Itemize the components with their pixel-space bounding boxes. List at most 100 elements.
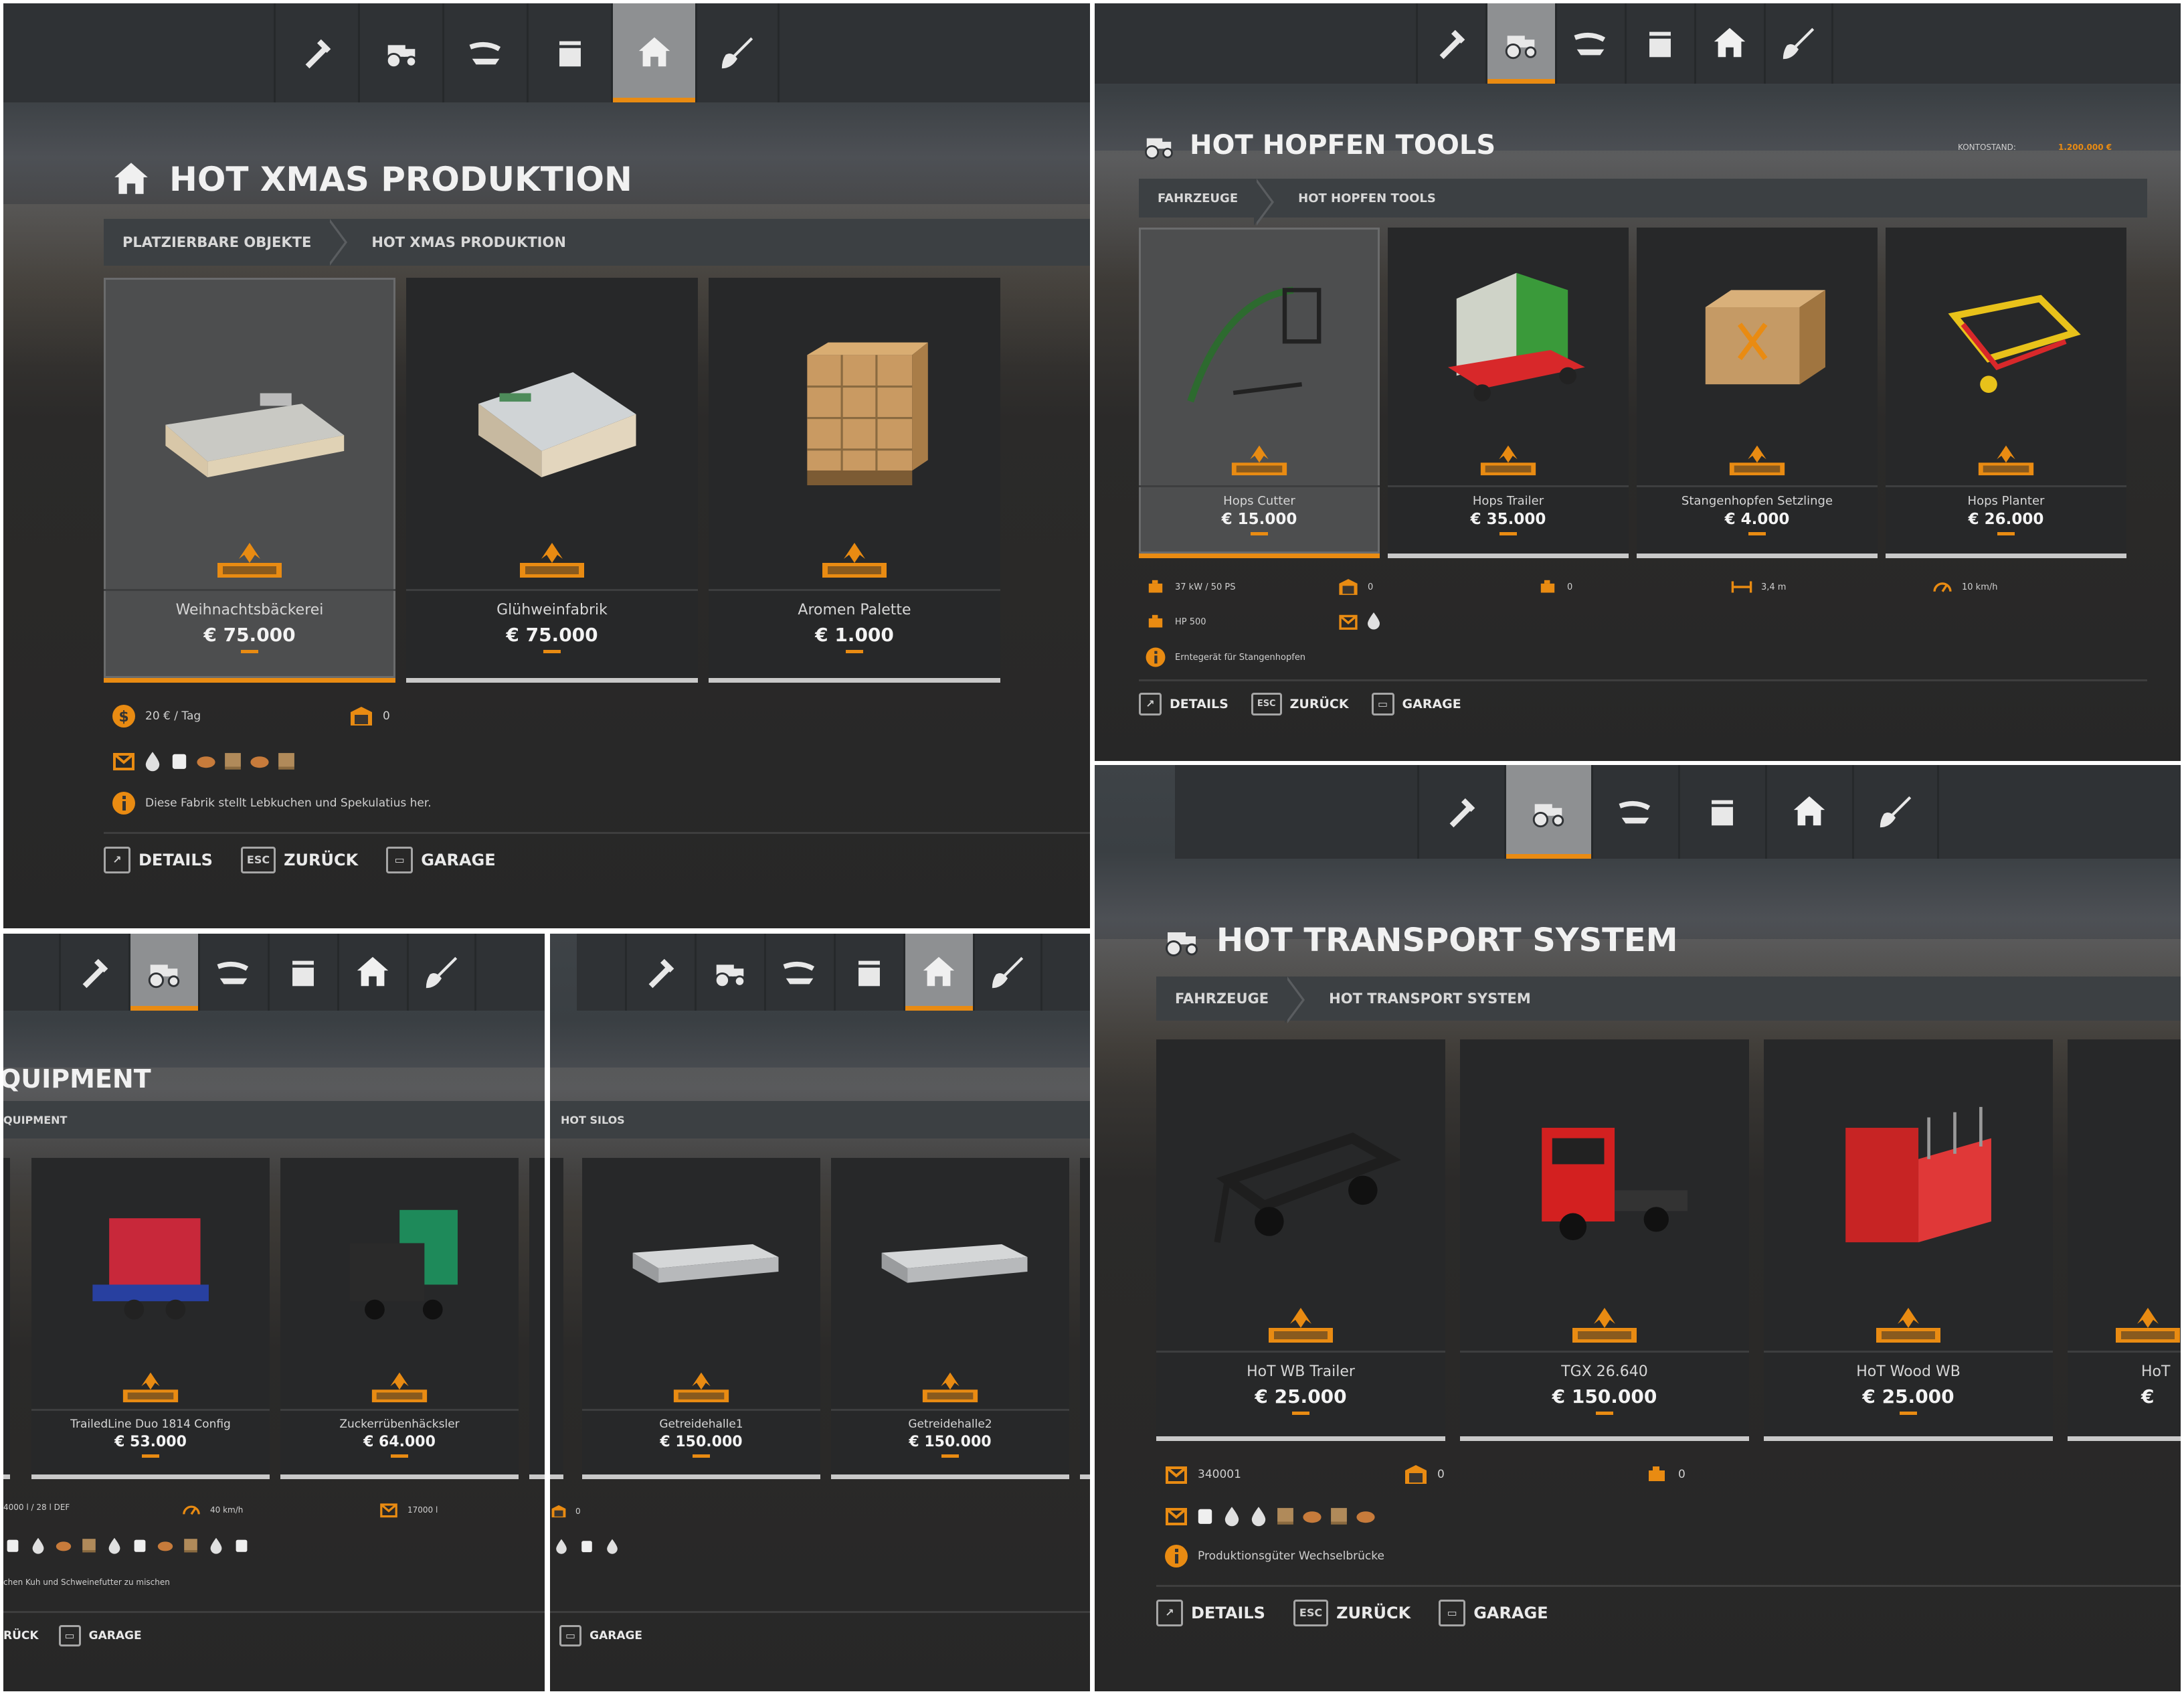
tab-tools-shovel[interactable] [695,3,780,102]
garage-button[interactable]: ▭ GARAGE [1439,1599,1548,1626]
item-name: TrailedLine Duo 1814 Config [70,1418,231,1431]
tab-silos[interactable] [527,3,611,102]
store-item-card[interactable]: HoT WB Trailer € 25.000 [1156,1039,1445,1441]
breadcrumb-item: HOT HOPFEN TOOLS [1298,191,1436,205]
back-button[interactable]: ESC ZURÜCK [240,846,358,873]
tab-tools-shovel[interactable] [1851,765,1939,859]
hose-icon [780,953,819,992]
tab-tools[interactable] [1415,3,1485,84]
store-item-card[interactable]: Aromen Palette € 1.000 [709,278,1000,683]
breadcrumb-item: HOT XMAS PRODUKTION [371,234,566,250]
item-price: € 53.000 [114,1434,187,1450]
garage-button[interactable]: ▭ GARAGE [386,846,496,873]
page-title: QUIPMENT [3,1064,151,1094]
tab-tools[interactable] [274,3,358,102]
fill-type-box-icon [1337,610,1360,633]
store-item-card[interactable]: Getreidehalle1 € 150.000 [582,1158,820,1479]
store-item-card[interactable] [550,1158,563,1479]
garage-label: GARAGE [421,850,496,869]
garage-button[interactable]: ▭ GARAGE [559,1624,643,1646]
tab-placeables[interactable] [1694,3,1764,84]
garage-label: GARAGE [589,1628,643,1642]
shovel-icon [1876,792,1915,831]
tab-tools-shovel[interactable] [972,934,1042,1011]
tab-placeables[interactable] [903,934,973,1011]
tab-tools-shovel[interactable] [1763,3,1833,84]
tab-hoses[interactable] [1590,765,1678,859]
store-item-card[interactable]: Glühweinfabrik € 75.000 [406,278,698,683]
garage-button[interactable]: ▭ GARAGE [1371,692,1461,715]
store-item-card[interactable] [1080,1158,1090,1479]
store-item-card[interactable]: Hops Trailer € 35.000 [1388,228,1629,558]
tab-tools-shovel[interactable] [406,934,476,1011]
shovel-icon [422,953,461,992]
details-button[interactable]: ↗ DETAILS [1156,1599,1265,1626]
tab-hoses[interactable] [197,934,268,1011]
coin-icon [110,703,137,730]
tab-silos[interactable] [1624,3,1694,84]
house-icon [1710,24,1749,63]
store-item-card[interactable]: HoT € [2068,1039,2181,1441]
back-button[interactable]: RÜCK [3,1629,39,1642]
store-item-card[interactable]: Zuckerrübenhäcksler € 64.000 [280,1158,519,1479]
tab-placeables[interactable] [1764,765,1852,859]
fill-type-bread-icon [1354,1505,1377,1527]
price-underline [1596,1412,1613,1415]
tools-icon [641,953,680,992]
store-item-card[interactable]: Hops Planter € 26.000 [1886,228,2126,558]
description-info: Diese Fabrik stellt Lebkuchen und Spekul… [110,790,432,817]
store-item-card[interactable] [3,1158,10,1479]
tab-vehicles[interactable] [694,934,764,1011]
item-image [1156,1053,1445,1307]
breadcrumb-item[interactable]: FAHRZEUGE [1139,179,1275,226]
tab-hoses[interactable] [1554,3,1625,84]
tab-tools[interactable] [1417,765,1504,859]
back-button[interactable]: ESC ZURÜCK [1293,1599,1410,1626]
store-item-card[interactable]: TrailedLine Duo 1814 Config € 53.000 [31,1158,270,1479]
store-item-card[interactable]: Weihnachtsbäckerei € 75.000 [104,278,395,683]
brand-logo [1567,1304,1642,1345]
fill-type-drop-icon [141,750,164,772]
tab-vehicles[interactable] [128,934,198,1011]
item-name: TGX 26.640 [1561,1363,1648,1380]
garage-button[interactable]: ▭ GARAGE [58,1624,142,1646]
tab-tools[interactable] [58,934,128,1011]
details-button[interactable]: ↗ DETAILS [1139,692,1228,715]
tab-vehicles[interactable] [1485,3,1555,84]
tools-icon [75,953,114,992]
store-item-card[interactable]: HoT Wood WB € 25.000 [1764,1039,2053,1441]
store-item-card[interactable]: TGX 26.640 € 150.000 [1460,1039,1749,1441]
speed-info: 40 km/h [181,1499,243,1521]
description-text: chen Kuh und Schweinefutter zu mischen [3,1578,170,1587]
store-item-card[interactable]: Hops Cutter € 15.000 [1139,228,1380,558]
breadcrumb-item[interactable]: FAHRZEUGE [1156,977,1305,1023]
tab-tools[interactable] [624,934,695,1011]
key-hint: ↗ [1139,692,1162,715]
tab-hoses[interactable] [442,3,527,102]
details-button[interactable]: ↗ DETAILS [104,846,213,873]
tab-silos[interactable] [1677,765,1765,859]
store-item-card[interactable]: Stangenhopfen Setzlinge € 4.000 [1637,228,1878,558]
price-underline [1900,1412,1917,1415]
power-value: 37 kW / 50 PS [1175,582,1236,592]
store-item-card[interactable]: Getreidehalle2 € 150.000 [831,1158,1069,1479]
bottom-button-bar: ↗ DETAILS ESC ZURÜCK ▭ GARAGE [104,832,1090,885]
tab-silos[interactable] [833,934,903,1011]
tab-placeables[interactable] [611,3,695,102]
tab-vehicles[interactable] [358,3,442,102]
garage-label: GARAGE [1402,696,1461,711]
item-name: Hops Planter [1967,494,2045,508]
engine-icon [1144,576,1167,598]
tractor-icon [1502,24,1540,63]
page-header: HOT XMAS PRODUKTION [110,159,632,200]
breadcrumb-item[interactable]: PLATZIERBARE OBJEKTE [104,219,348,266]
item-name: Glühweinfabrik [496,602,608,618]
store-item-card[interactable] [529,1158,545,1479]
back-button[interactable]: ESC ZURÜCK [1251,692,1349,715]
panel-xmas-produktion: HOT XMAS PRODUKTION PLATZIERBARE OBJEKTE… [3,3,1090,928]
tab-placeables[interactable] [337,934,407,1011]
tab-hoses[interactable] [763,934,834,1011]
tab-vehicles[interactable] [1504,765,1591,859]
tab-silos[interactable] [267,934,337,1011]
price-underline [846,650,863,653]
